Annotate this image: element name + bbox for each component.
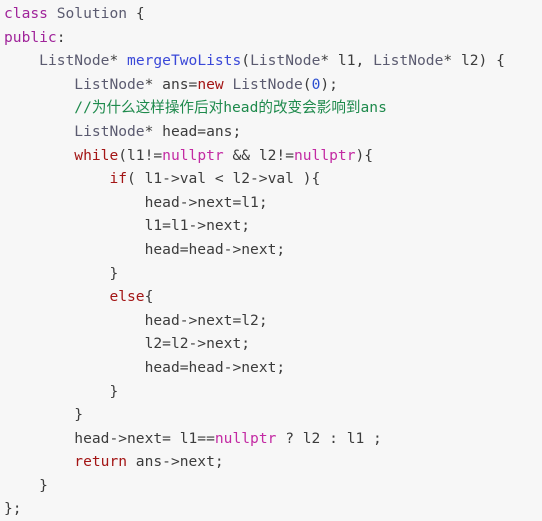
code-token-type: ListNode	[232, 75, 303, 93]
code-token-punct: );	[320, 75, 338, 93]
code-token-punct: l2=l2->next;	[144, 335, 251, 353]
code-line[interactable]: l2=l2->next;	[4, 332, 542, 356]
code-token-type: ListNode	[250, 52, 321, 70]
code-line[interactable]: ListNode* ans=new ListNode(0);	[4, 73, 542, 97]
code-line[interactable]: head->next= l1==nullptr ? l2 : l1 ;	[4, 427, 542, 451]
code-line[interactable]: if( l1->val < l2->val ){	[4, 167, 542, 191]
code-token-func: mergeTwoLists	[127, 52, 242, 70]
code-token-punct: head->next=l1;	[144, 193, 268, 211]
code-token-punct: }	[109, 264, 119, 282]
code-token-punct: ( l1->val < l2->val ){	[127, 170, 321, 188]
code-token-punct: head->next=l2;	[144, 311, 268, 329]
code-token-type: Solution	[56, 5, 128, 22]
code-token-punct: * l2) {	[443, 52, 505, 70]
code-line[interactable]: ListNode* mergeTwoLists(ListNode* l1, Li…	[4, 49, 542, 73]
code-token-keyword: return	[74, 453, 128, 471]
code-token-punct: * ans=	[144, 75, 198, 93]
code-token-punct: * head=ans;	[144, 122, 242, 140]
code-token-punct: head->next= l1==	[74, 429, 215, 447]
code-line[interactable]: //为什么这样操作后对head的改变会影响到ans	[4, 96, 542, 120]
code-line[interactable]: head=head->next;	[4, 238, 542, 262]
code-token-punct: (	[241, 52, 251, 70]
code-token-punct: l1=l1->next;	[144, 217, 251, 235]
code-line[interactable]: while(l1!=nullptr && l2!=nullptr){	[4, 144, 542, 168]
code-token-punct: {	[144, 288, 154, 306]
code-token-kw2: public	[4, 28, 57, 46]
code-token-null: nullptr	[162, 146, 224, 164]
code-token-punct: * l1,	[320, 52, 374, 70]
code-token-type: ListNode	[74, 122, 145, 140]
code-token-null: nullptr	[214, 429, 277, 447]
code-line[interactable]: public:	[4, 26, 542, 50]
code-line[interactable]: head=head->next;	[4, 356, 542, 380]
code-token-punct: ){	[355, 146, 374, 164]
code-token-null: nullptr	[293, 146, 356, 164]
code-line[interactable]: head->next=l1;	[4, 191, 542, 215]
code-token-punct: (l1!=	[118, 146, 163, 164]
code-token-type: ListNode	[373, 52, 444, 70]
code-token-punct: {	[127, 5, 145, 22]
code-token-punct: ? l2 : l1 ;	[276, 429, 382, 447]
code-line[interactable]: }	[4, 474, 542, 498]
code-token-punct: };	[4, 500, 22, 518]
code-token-punct: (	[302, 75, 312, 93]
code-line[interactable]: }	[4, 380, 542, 404]
code-editor-view[interactable]: class Solution {public: ListNode* mergeT…	[0, 0, 542, 519]
code-token-comment: //为什么这样操作后对head的改变会影响到ans	[74, 99, 387, 117]
code-line[interactable]: }	[4, 262, 542, 286]
code-token-punct: :	[56, 28, 66, 46]
code-token-type: ListNode	[39, 52, 110, 70]
code-line[interactable]: class Solution {	[4, 2, 542, 26]
code-token-punct: && l2!=	[223, 146, 294, 164]
code-token-keyword: while	[74, 146, 119, 164]
code-line[interactable]: };	[4, 497, 542, 521]
code-token-keyword: else	[109, 288, 145, 306]
code-token-keyword: if	[109, 170, 128, 188]
code-line[interactable]: head->next=l2;	[4, 309, 542, 333]
code-token-kw2: class	[4, 5, 48, 22]
code-token-punct: head=head->next;	[144, 358, 286, 376]
code-token-punct: *	[109, 52, 128, 70]
code-token-punct: ans->next;	[127, 453, 224, 471]
code-token-keyword: new	[197, 75, 224, 93]
code-line[interactable]: }	[4, 403, 542, 427]
code-token-type: ListNode	[74, 75, 145, 93]
code-token-punct: head=head->next;	[144, 240, 286, 258]
code-token-punct: }	[74, 406, 84, 424]
code-line[interactable]: ListNode* head=ans;	[4, 120, 542, 144]
code-token-punct: }	[109, 382, 119, 400]
code-token-punct: }	[39, 476, 48, 494]
code-line[interactable]: return ans->next;	[4, 450, 542, 474]
code-line[interactable]: l1=l1->next;	[4, 214, 542, 238]
code-line[interactable]: else{	[4, 285, 542, 309]
